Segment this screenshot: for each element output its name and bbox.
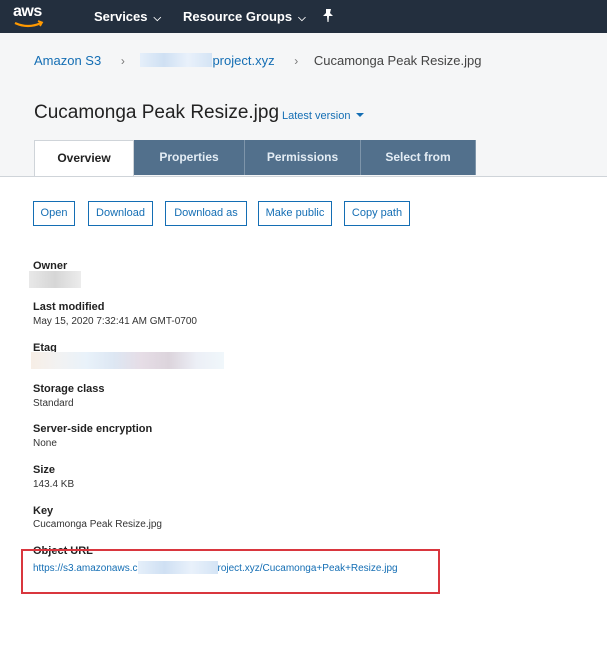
download-button[interactable]: Download: [88, 201, 153, 226]
key-value: Cucamonga Peak Resize.jpg: [33, 519, 162, 530]
breadcrumb-current: Cucamonga Peak Resize.jpg: [313, 53, 482, 68]
object-url-label: Object URL: [33, 545, 93, 557]
size-value: 143.4 KB: [33, 479, 75, 490]
page-title: Cucamonga Peak Resize.jpg: [34, 102, 280, 123]
download-as-button[interactable]: Download as: [165, 201, 247, 226]
last-modified-value: May 15, 2020 7:32:41 AM GMT-0700: [33, 316, 197, 327]
redacted-owner: [29, 271, 81, 288]
encryption-value: None: [33, 438, 57, 449]
resource-groups-menu[interactable]: Resource Groups ⌵: [183, 9, 306, 24]
object-url-suffix: roject.xyz/Cucamonga+Peak+Resize.jpg: [217, 563, 398, 574]
tab-properties[interactable]: Properties: [134, 140, 245, 175]
aws-smile-icon: [14, 20, 44, 28]
encryption-label: Server-side encryption: [33, 423, 153, 435]
breadcrumb-separator: ›: [120, 54, 125, 68]
chevron-down-icon: ⌵: [153, 13, 162, 24]
size-label: Size: [33, 464, 56, 476]
storage-class-label: Storage class: [33, 383, 105, 395]
redacted-text: [140, 53, 213, 67]
version-label: Latest version: [282, 110, 351, 122]
version-dropdown[interactable]: Latest version: [282, 110, 365, 122]
redacted-text: [137, 561, 218, 574]
object-url-prefix: https://s3.amazonaws.c: [33, 563, 138, 574]
tab-select-from[interactable]: Select from: [361, 140, 476, 175]
open-button[interactable]: Open: [33, 201, 75, 226]
pin-icon[interactable]: [321, 8, 335, 24]
copy-path-button[interactable]: Copy path: [344, 201, 410, 226]
caret-down-icon: [356, 113, 365, 117]
top-nav-bar: aws Services ⌵ Resource Groups ⌵: [0, 0, 607, 33]
redacted-etag: [31, 352, 224, 369]
breadcrumb-bucket-label: project.xyz: [212, 53, 275, 68]
breadcrumb-amazon-s3[interactable]: Amazon S3: [34, 53, 101, 68]
key-label: Key: [33, 505, 54, 517]
breadcrumb-separator: ›: [294, 54, 299, 68]
breadcrumb: Amazon S3 › project.xyz › Cucamonga Peak…: [34, 53, 482, 68]
services-menu[interactable]: Services ⌵: [94, 9, 161, 24]
tab-permissions[interactable]: Permissions: [245, 140, 361, 175]
chevron-down-icon: ⌵: [298, 13, 306, 24]
resource-groups-label: Resource Groups: [183, 9, 293, 24]
tab-overview[interactable]: Overview: [34, 140, 134, 176]
services-label: Services: [94, 9, 148, 24]
object-url-link[interactable]: https://s3.amazonaws.c roject.xyz/Cucamon…: [33, 561, 398, 574]
aws-logo[interactable]: aws: [13, 2, 49, 30]
last-modified-label: Last modified: [33, 301, 105, 313]
make-public-button[interactable]: Make public: [258, 201, 332, 226]
storage-class-value: Standard: [33, 398, 74, 409]
breadcrumb-bucket[interactable]: project.xyz: [140, 53, 275, 68]
